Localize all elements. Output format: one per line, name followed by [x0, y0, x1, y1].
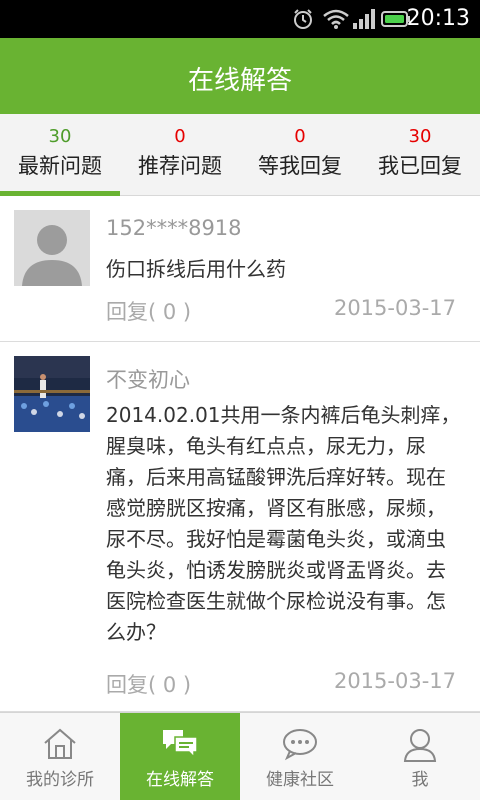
user-icon [403, 729, 437, 762]
bottom-nav: 我的诊所 在线解答 健康社区 我 [0, 712, 480, 800]
tab-count: 0 [294, 126, 306, 147]
question-username: 152****8918 [106, 216, 242, 240]
question-item[interactable]: 152****8918 伤口拆线后用什么药 回复( 0 ) 2015-03-17 [0, 196, 480, 342]
reply-count[interactable]: 回复( 0 ) [106, 296, 191, 326]
tab-label: 等我回复 [258, 154, 342, 178]
tab-waiting-reply[interactable]: 0 等我回复 [240, 114, 360, 195]
tab-replied[interactable]: 30 我已回复 [360, 114, 480, 195]
question-item[interactable]: 不变初心 2014.02.01共用一条内裤后龟头刺痒，腥臭味，龟头有红点点，尿无… [0, 342, 480, 712]
wifi-icon [323, 9, 349, 29]
avatar [14, 210, 90, 286]
chat-bubbles-icon [163, 730, 198, 759]
default-user-icon [14, 210, 90, 286]
status-bar: 20:13 [0, 0, 480, 38]
tab-count: 0 [174, 126, 186, 147]
chat-dots-icon [283, 729, 317, 761]
nav-label: 健康社区 [266, 770, 334, 790]
question-text: 伤口拆线后用什么药 [106, 257, 286, 281]
tab-latest-questions[interactable]: 30 最新问题 [0, 114, 120, 196]
question-date: 2015-03-17 [333, 669, 456, 693]
home-icon [44, 728, 76, 759]
nav-label: 我 [411, 770, 429, 790]
tab-bar: 30 最新问题 0 推荐问题 0 等我回复 30 我已回复 [0, 114, 480, 196]
question-date: 2015-03-17 [333, 296, 456, 320]
tab-count: 30 [48, 126, 72, 147]
nav-health-community[interactable]: 健康社区 [240, 713, 360, 800]
tab-recommended-questions[interactable]: 0 推荐问题 [120, 114, 240, 195]
tab-label: 我已回复 [378, 154, 462, 178]
question-list: 152****8918 伤口拆线后用什么药 回复( 0 ) 2015-03-17… [0, 196, 480, 712]
nav-online-answers[interactable]: 在线解答 [120, 713, 240, 800]
clock-time: 20:13 [406, 6, 470, 31]
tab-label: 最新问题 [18, 154, 102, 178]
nav-my-clinic[interactable]: 我的诊所 [0, 713, 120, 800]
alarm-icon [294, 9, 312, 29]
reply-count[interactable]: 回复( 0 ) [106, 669, 191, 699]
title-bar: 在线解答 [0, 38, 480, 114]
tab-label: 推荐问题 [138, 154, 222, 178]
signal-icon [353, 9, 375, 29]
question-text: 2014.02.01共用一条内裤后龟头刺痒，腥臭味，龟头有红点点，尿无力，尿痛，… [106, 403, 461, 644]
nav-me[interactable]: 我 [360, 713, 480, 800]
page-title: 在线解答 [187, 66, 292, 96]
basketball-photo-icon [14, 356, 90, 432]
avatar [14, 356, 90, 432]
nav-label: 在线解答 [146, 770, 214, 790]
question-username: 不变初心 [106, 368, 190, 392]
tab-count: 30 [408, 126, 432, 147]
nav-label: 我的诊所 [26, 770, 94, 790]
